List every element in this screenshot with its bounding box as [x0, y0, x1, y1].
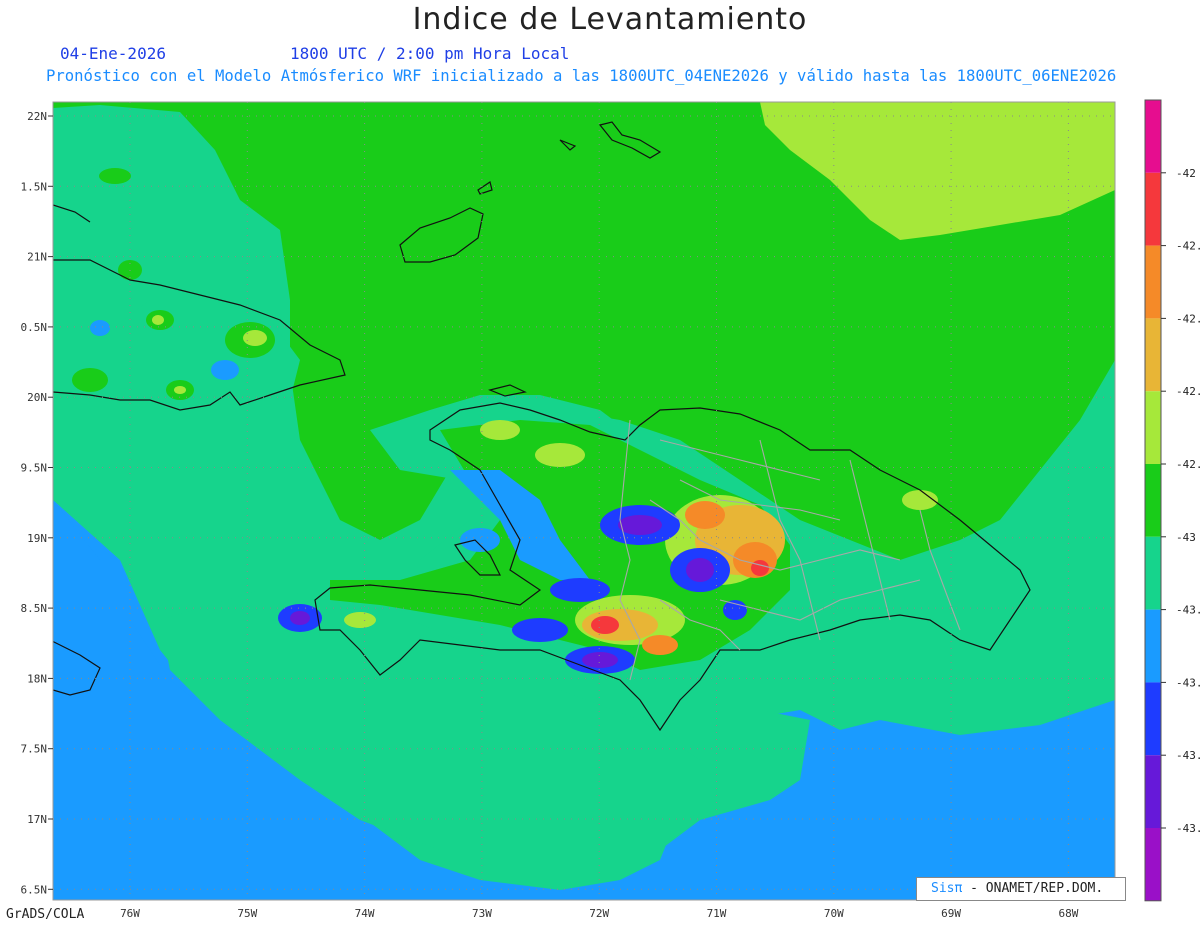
colorbar: -42 -42.2 -42.4 -42.6 -42.8 -43 -43.2 -43.4 -43.… [1144, 99, 1200, 902]
colorbar-swatch [1145, 536, 1161, 610]
lat-label: 20N [27, 391, 47, 404]
lon-label: 72W [589, 907, 609, 920]
latitude-axis: 22N 1.5N 21N 0.5N 20N 9.5N 19N 8.5N 18N 7.5N 17N 6.… [21, 110, 53, 896]
lon-label: 74W [355, 907, 375, 920]
colorbar-label: -43.6 [1176, 749, 1200, 762]
colorbar-label: -42.4 [1176, 312, 1200, 325]
colorbar-label: -42.8 [1176, 458, 1200, 471]
colorbar-swatch [1145, 464, 1161, 537]
lon-label: 71W [707, 907, 727, 920]
lat-label: 17N [27, 813, 47, 826]
colorbar-label: -43.4 [1176, 676, 1200, 689]
lon-label: 75W [237, 907, 257, 920]
colorbar-label: -43.2 [1176, 604, 1200, 617]
colorbar-swatch [1145, 682, 1161, 756]
lat-label: 18N [27, 672, 47, 685]
credit-brand: Sisπ [931, 881, 963, 896]
map-figure: 22N 1.5N 21N 0.5N 20N 9.5N 19N 8.5N 18N 7.5N 17N 6.… [21, 99, 1200, 920]
colorbar-label: -42 [1176, 167, 1196, 180]
lat-label: 8.5N [21, 602, 48, 615]
lat-label: 9.5N [21, 462, 48, 475]
lifted-index-field [53, 102, 1115, 900]
lon-label: 76W [120, 907, 140, 920]
lat-label: 6.5N [21, 883, 48, 896]
lon-label: 73W [472, 907, 492, 920]
lat-label: 1.5N [21, 180, 48, 193]
colorbar-label: -43 [1176, 531, 1196, 544]
longitude-axis: 76W 75W 74W 73W 72W 71W 70W 69W 68W [120, 907, 1079, 920]
lat-label: 7.5N [21, 743, 48, 756]
lon-label: 70W [824, 907, 844, 920]
software-credit: GrADS/COLA [6, 907, 85, 922]
credit-text: - ONAMET/REP.DOM. [962, 881, 1104, 896]
lon-label: 69W [941, 907, 961, 920]
colorbar-swatch [1145, 828, 1161, 901]
colorbar-swatch [1145, 391, 1161, 464]
colorbar-swatch [1145, 318, 1161, 392]
credit-box: Sisπ - ONAMET/REP.DOM. [916, 877, 1126, 901]
lat-label: 19N [27, 532, 47, 545]
lat-label: 22N [27, 110, 47, 123]
colorbar-label: -42.2 [1176, 240, 1200, 253]
colorbar-swatch [1145, 245, 1161, 319]
colorbar-swatch [1145, 755, 1161, 828]
colorbar-label: -43.8 [1176, 822, 1200, 835]
lat-label: 0.5N [21, 321, 48, 334]
lon-label: 68W [1058, 907, 1078, 920]
colorbar-swatch [1145, 100, 1161, 173]
colorbar-swatch [1145, 172, 1161, 246]
colorbar-label: -42.6 [1176, 385, 1200, 398]
colorbar-swatch [1145, 609, 1161, 683]
lat-label: 21N [27, 251, 47, 264]
